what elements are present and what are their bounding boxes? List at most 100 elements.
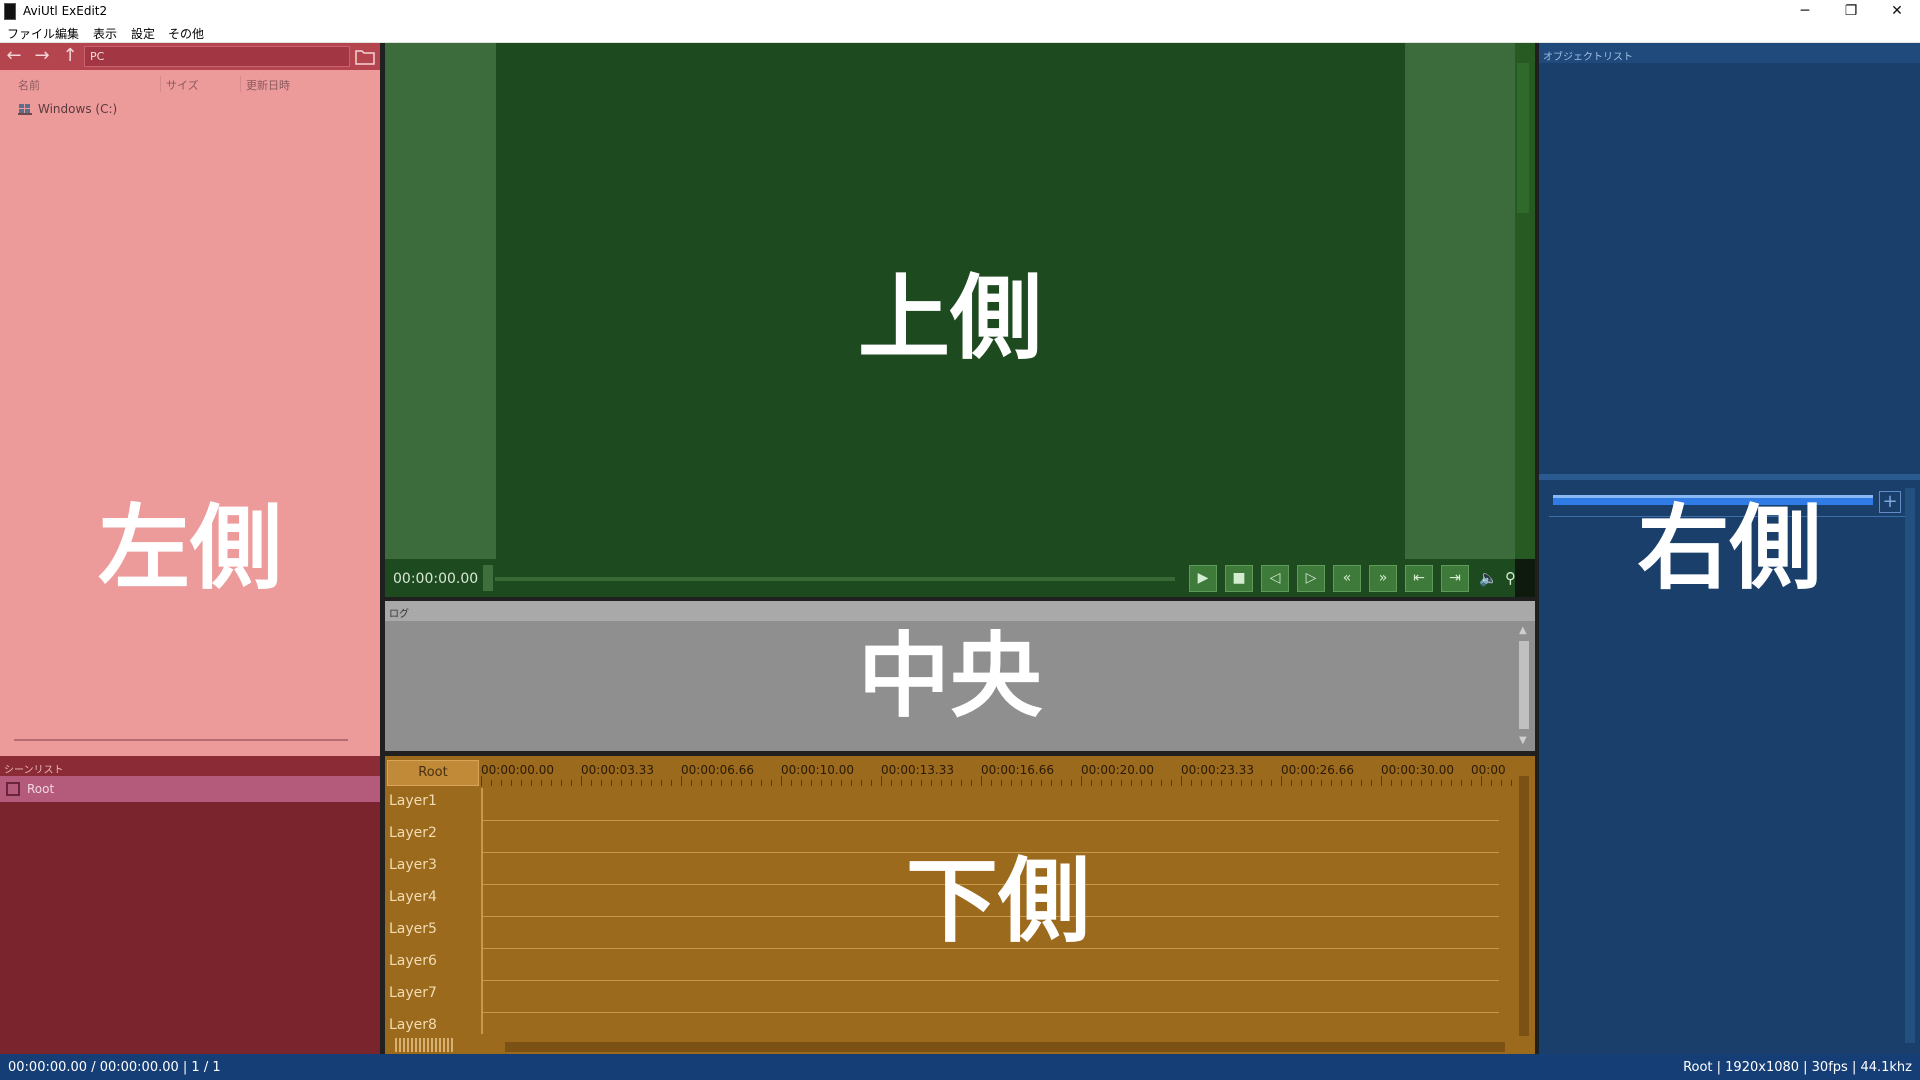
status-bar: 00:00:00.00 / 00:00:00.00 | 1 / 1 Root |… <box>0 1054 1920 1080</box>
object-list-header: オブジェクトリスト <box>1539 43 1920 63</box>
object-list-panel: オブジェクトリスト + 右側 <box>1539 43 1920 1054</box>
go-start-button[interactable]: ⇤ <box>1405 565 1433 592</box>
panel-splitter[interactable] <box>1539 474 1920 480</box>
go-end-button[interactable]: ⇥ <box>1441 565 1469 592</box>
volume-icon[interactable]: 🔈 <box>1479 569 1498 587</box>
ruler-tick <box>1201 780 1202 786</box>
right-overlay-label: 右側 <box>1637 495 1822 602</box>
ruler-tick <box>971 780 972 786</box>
play-button[interactable]: ▶ <box>1189 565 1217 592</box>
ruler-tick <box>1081 776 1082 786</box>
layer-header-4[interactable]: Layer4 <box>389 884 481 910</box>
maximize-button[interactable]: ❐ <box>1828 0 1874 22</box>
time-display: 00:00:00.00 <box>393 571 479 587</box>
ruler-tick <box>961 780 962 786</box>
path-input[interactable]: PC <box>84 46 350 67</box>
ruler-tick <box>841 780 842 786</box>
ruler-tick <box>1001 780 1002 786</box>
drive-icon <box>18 103 32 115</box>
log-panel: ログ ▲ ▼ 中央 <box>385 601 1535 751</box>
seek-handle[interactable] <box>483 565 493 591</box>
ruler-label: 00:00:00.00 <box>481 763 554 777</box>
ruler-label: 00:00:16.66 <box>981 763 1054 777</box>
ruler-tick <box>521 780 522 786</box>
minimize-button[interactable]: ─ <box>1782 0 1828 22</box>
layer-header-8[interactable]: Layer8 <box>389 1012 481 1038</box>
ruler-tick <box>641 780 642 786</box>
status-project-info: Root | 1920x1080 | 30fps | 44.1khz <box>1683 1060 1912 1075</box>
log-vertical-scrollbar[interactable] <box>1519 641 1529 729</box>
ruler-tick <box>691 780 692 786</box>
ruler-tick <box>1141 780 1142 786</box>
ruler-tick <box>811 780 812 786</box>
ruler-tick <box>801 780 802 786</box>
menu-other[interactable]: その他 <box>168 25 204 42</box>
time-ruler[interactable]: 00:00:00.00 00:00:03.33 00:00:06.66 00:0… <box>481 760 1515 786</box>
ruler-tick <box>1291 780 1292 786</box>
up-arrow-icon[interactable]: ↑ <box>59 47 81 65</box>
ruler-tick <box>1411 780 1412 786</box>
layer-header-3[interactable]: Layer3 <box>389 852 481 878</box>
explorer-toolbar: ← → ↑ PC <box>0 43 380 70</box>
playback-controls: 00:00:00.00 ▶ ■ ◁ ▷ « » ⇤ ⇥ 🔈 ⚲ <box>385 559 1516 597</box>
scene-icon <box>6 782 20 796</box>
next-frame-button[interactable]: ▷ <box>1297 565 1325 592</box>
timeline-vertical-scrollbar[interactable] <box>1519 776 1529 1036</box>
ruler-tick <box>741 780 742 786</box>
layer-header-5[interactable]: Layer5 <box>389 916 481 942</box>
layer-header-1[interactable]: Layer1 <box>389 788 481 814</box>
menu-file[interactable]: ファイル <box>7 25 55 42</box>
timeline-horizontal-scrollbar[interactable] <box>505 1042 1505 1052</box>
layer-separator <box>481 1012 1499 1013</box>
ruler-label: 00:00:10.00 <box>781 763 854 777</box>
center-overlay-label: 中央 <box>857 623 1042 730</box>
layer-header-2[interactable]: Layer2 <box>389 820 481 846</box>
zoom-icon[interactable]: ⚲ <box>1505 569 1516 587</box>
layer-header-7[interactable]: Layer7 <box>389 980 481 1006</box>
forward-arrow-icon[interactable]: → <box>31 47 53 65</box>
timeline-zoom-grip[interactable] <box>395 1038 455 1052</box>
ruler-tick <box>781 776 782 786</box>
ruler-tick <box>771 780 772 786</box>
seek-bar[interactable] <box>495 577 1175 581</box>
back-arrow-icon[interactable]: ← <box>3 47 25 65</box>
ruler-tick <box>681 776 682 786</box>
ruler-tick <box>1171 780 1172 786</box>
close-button[interactable]: ✕ <box>1874 0 1920 22</box>
top-overlay-label: 上側 <box>857 265 1042 372</box>
menu-edit[interactable]: 編集 <box>55 25 79 42</box>
scroll-down-icon[interactable]: ▼ <box>1519 735 1527 746</box>
layer-header-6[interactable]: Layer6 <box>389 948 481 974</box>
menu-view[interactable]: 表示 <box>93 25 117 42</box>
ruler-tick <box>721 780 722 786</box>
ruler-tick <box>1251 780 1252 786</box>
prev-frame-button[interactable]: ◁ <box>1261 565 1289 592</box>
timeline-panel: Root 00:00:00.00 00:00:03.33 00:00:06.66… <box>385 756 1535 1054</box>
scene-item-root[interactable]: Root <box>0 776 380 802</box>
rewind-button[interactable]: « <box>1333 565 1361 592</box>
horizontal-scrollbar[interactable] <box>14 739 348 741</box>
column-modified[interactable]: 更新日時 <box>246 77 290 93</box>
scene-list-panel: シーンリスト Root <box>0 756 380 1054</box>
ruler-tick <box>1421 780 1422 786</box>
ruler-tick <box>1231 780 1232 786</box>
ruler-tick <box>621 780 622 786</box>
ruler-tick <box>1331 780 1332 786</box>
ruler-tick <box>1461 780 1462 786</box>
menu-bar: ファイル 編集 表示 設定 その他 <box>0 22 1920 43</box>
timeline-root-tab[interactable]: Root <box>387 760 479 786</box>
file-list-header: 名前 サイズ 更新日時 <box>0 73 380 93</box>
ruler-tick <box>711 780 712 786</box>
column-size[interactable]: サイズ <box>166 77 199 93</box>
folder-icon[interactable] <box>354 46 376 67</box>
column-name[interactable]: 名前 <box>18 77 40 93</box>
fast-forward-button[interactable]: » <box>1369 565 1397 592</box>
ruler-tick <box>881 776 882 786</box>
scroll-up-icon[interactable]: ▲ <box>1519 625 1527 636</box>
ruler-tick <box>1361 780 1362 786</box>
ruler-tick <box>1161 780 1162 786</box>
menu-settings[interactable]: 設定 <box>131 25 155 42</box>
ruler-tick <box>1451 780 1452 786</box>
preview-vertical-scrollbar[interactable] <box>1517 63 1529 213</box>
stop-button[interactable]: ■ <box>1225 565 1253 592</box>
